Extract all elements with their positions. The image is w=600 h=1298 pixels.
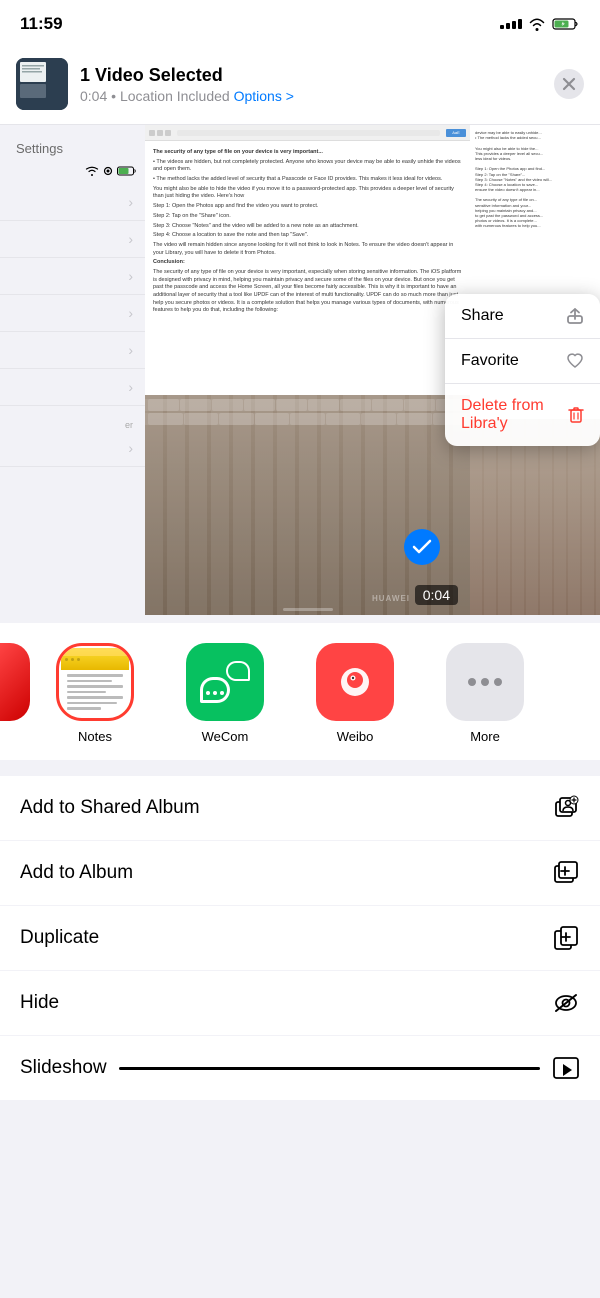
settings-item-4[interactable]: › (0, 295, 145, 332)
settings-item-6[interactable]: › (0, 369, 145, 406)
slideshow-divider-line (119, 1067, 540, 1070)
slideshow-item[interactable]: Slideshow (0, 1035, 600, 1100)
context-menu-share-label: Share (461, 307, 504, 325)
action-list: Add to Shared Album Add to Album (0, 776, 600, 1035)
action-label-shared-album: Add to Shared Album (20, 797, 200, 819)
section-divider-1 (0, 615, 600, 623)
context-menu-favorite-label: Favorite (461, 352, 519, 370)
video-duration-badge: 0:04 (415, 585, 458, 605)
settings-item-7[interactable]: › (0, 430, 145, 467)
share-duration: 0:04 (80, 88, 107, 104)
action-duplicate[interactable]: Duplicate (0, 906, 600, 971)
share-meta: 0:04 • Location Included Options > (80, 88, 542, 104)
app-item-wecom[interactable]: WeCom (160, 643, 290, 744)
shared-album-icon (552, 794, 580, 822)
app-item-weibo[interactable]: Weibo (290, 643, 420, 744)
right-panel: device may be able to easily unhide... •… (470, 125, 600, 615)
slideshow-label: Slideshow (20, 1057, 107, 1079)
wifi-icon (528, 17, 546, 31)
settings-item-1[interactable]: › (0, 184, 145, 221)
section-divider-2 (0, 760, 600, 768)
slideshow-icon (552, 1054, 580, 1082)
app-label-weibo: Weibo (337, 729, 374, 744)
more-app-icon (446, 643, 524, 721)
main-video-preview[interactable]: AaE The security of any type of file on … (145, 125, 470, 615)
context-menu: Share Favorite Delete fr (445, 294, 600, 446)
status-time: 11:59 (20, 14, 63, 34)
settings-item-5[interactable]: › (0, 332, 145, 369)
album-icon (552, 859, 580, 887)
share-info: 1 Video Selected 0:04 • Location Include… (80, 65, 542, 104)
video-selected-check (404, 529, 440, 565)
action-add-shared-album[interactable]: Add to Shared Album (0, 776, 600, 841)
context-menu-delete[interactable]: Delete from Libra'y (445, 384, 600, 446)
chevron-icon: › (128, 194, 133, 210)
action-label-hide: Hide (20, 992, 59, 1014)
share-icon (566, 307, 584, 325)
video-text-area: AaE The security of any type of file on … (145, 125, 470, 395)
duplicate-icon (552, 924, 580, 952)
action-hide[interactable]: Hide (0, 971, 600, 1035)
context-menu-delete-label: Delete from Libra'y (461, 397, 568, 433)
app-item-notes[interactable]: Notes (30, 643, 160, 744)
action-add-album[interactable]: Add to Album (0, 841, 600, 906)
share-header: 1 Video Selected 0:04 • Location Include… (0, 44, 600, 125)
settings-panel: Settings › › › › (0, 125, 145, 615)
heart-icon (566, 353, 584, 369)
video-document-text: The security of any type of file on your… (145, 141, 470, 323)
app-item-more[interactable]: More (420, 643, 550, 744)
hide-icon (552, 989, 580, 1017)
overflow-app-partial (0, 643, 30, 721)
weibo-app-icon (316, 643, 394, 721)
context-menu-share[interactable]: Share (445, 294, 600, 339)
battery-icon (552, 17, 580, 31)
video-keyboard: HUAWEI (145, 395, 470, 616)
app-label-notes: Notes (78, 729, 112, 744)
share-close-button[interactable] (554, 69, 584, 99)
app-label-wecom: WeCom (202, 729, 249, 744)
settings-item-2[interactable]: › (0, 221, 145, 258)
share-options-link[interactable]: Options > (234, 88, 294, 104)
share-title: 1 Video Selected (80, 65, 542, 86)
settings-item-3[interactable]: › (0, 258, 145, 295)
action-label-duplicate: Duplicate (20, 927, 99, 949)
trash-icon (568, 406, 584, 424)
share-thumbnail (16, 58, 68, 110)
settings-bottom-label: er (0, 406, 145, 430)
app-share-row: Notes WeCom (0, 623, 600, 760)
wecom-app-icon (186, 643, 264, 721)
share-location: Location Included (120, 88, 230, 104)
notes-app-icon (61, 648, 129, 716)
context-menu-favorite[interactable]: Favorite (445, 339, 600, 384)
photo-strip: Settings › › › › (0, 125, 600, 615)
signal-icon (500, 19, 522, 29)
status-bar: 11:59 (0, 0, 600, 44)
settings-label: Settings (0, 137, 145, 164)
status-icons (500, 17, 580, 31)
app-label-more: More (470, 729, 500, 744)
action-label-album: Add to Album (20, 862, 133, 884)
